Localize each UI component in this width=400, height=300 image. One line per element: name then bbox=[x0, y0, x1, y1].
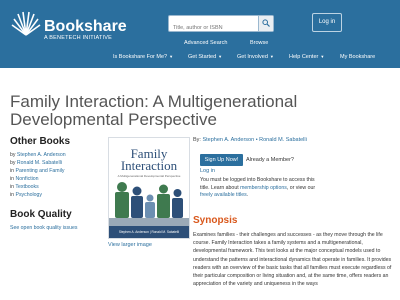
advanced-search-link[interactable]: Advanced Search bbox=[184, 40, 227, 46]
nav-item-is-bookshare-for-me[interactable]: Is Bookshare For Me? ▼ bbox=[113, 54, 173, 60]
login-button[interactable]: Log in bbox=[312, 13, 342, 32]
search-icon bbox=[262, 19, 270, 27]
category-link[interactable]: Psychology bbox=[15, 192, 42, 198]
nav-label: Get Started bbox=[188, 54, 217, 60]
list-item: in Parenting and Family bbox=[10, 167, 66, 175]
chevron-down-icon: ▼ bbox=[218, 54, 223, 59]
chevron-down-icon: ▼ bbox=[320, 54, 325, 59]
nav-item-get-started[interactable]: Get Started ▼ bbox=[188, 54, 222, 60]
already-member-text: Already a Member? bbox=[246, 157, 294, 163]
author-link[interactable]: Ronald M. Sabatelli bbox=[17, 160, 62, 166]
category-link[interactable]: Nonfiction bbox=[15, 176, 38, 182]
nav-label: Get Involved bbox=[237, 54, 268, 60]
logo-fan-icon bbox=[11, 11, 41, 36]
quality-issues-row: See open book quality issues bbox=[10, 224, 77, 232]
authors-link[interactable]: Stephen A. Anderson • Ronald M. Sabatell… bbox=[202, 137, 306, 143]
category-link[interactable]: Textbooks bbox=[15, 184, 38, 190]
browse-link[interactable]: Browse bbox=[250, 40, 268, 46]
nav-item-my-bookshare[interactable]: My Bookshare bbox=[340, 54, 375, 60]
nav-item-get-involved[interactable]: Get Involved ▼ bbox=[237, 54, 274, 60]
nav-label: Is Bookshare For Me? bbox=[113, 54, 168, 60]
free-titles-link[interactable]: freely available titles bbox=[200, 192, 247, 198]
search-button[interactable] bbox=[258, 16, 273, 31]
cover-authors: Stephen A. Anderson | Ronald M. Sabatell… bbox=[109, 226, 189, 238]
nav-label: Help Center bbox=[289, 54, 319, 60]
list-item: by Ronald M. Sabatelli bbox=[10, 159, 66, 167]
list-prefix: by bbox=[10, 152, 17, 158]
list-prefix: by bbox=[10, 160, 17, 166]
main-nav: Is Bookshare For Me? ▼ Get Started ▼ Get I… bbox=[0, 52, 400, 66]
synopsis-heading: Synopsis bbox=[193, 215, 238, 226]
chevron-down-icon: ▼ bbox=[169, 54, 174, 59]
nav-item-help-center[interactable]: Help Center ▼ bbox=[289, 54, 324, 60]
synopsis-text: Examines families - their challenges and… bbox=[193, 232, 392, 288]
sign-up-button[interactable]: Sign Up Now! bbox=[200, 154, 243, 166]
notice-text: , or view our bbox=[286, 184, 316, 191]
by-label: By: bbox=[193, 137, 201, 143]
nav-label: My Bookshare bbox=[340, 54, 376, 60]
site-header: Bookshare A BENETECH INITIATIVE Log in A… bbox=[0, 0, 400, 68]
search-box bbox=[168, 15, 274, 36]
member-login-link[interactable]: Log in bbox=[200, 168, 215, 174]
list-item: by Stephen A. Anderson bbox=[10, 151, 66, 159]
page-title: Family Interaction: A Multigenerational … bbox=[10, 92, 298, 130]
membership-options-link[interactable]: membership options bbox=[240, 185, 287, 191]
author-link[interactable]: Stephen A. Anderson bbox=[17, 152, 66, 158]
header-sub-links: Advanced Search Browse bbox=[0, 40, 400, 50]
cover-title: Family Interaction bbox=[120, 146, 178, 173]
quality-issues-link[interactable]: See open book quality issues bbox=[10, 225, 77, 231]
book-cover[interactable]: Family Interaction A Multigenerational D… bbox=[108, 137, 190, 239]
logo-name: Bookshare bbox=[44, 18, 127, 35]
list-item: in Psychology bbox=[10, 191, 66, 199]
access-notice: You must be logged into Bookshare to acc… bbox=[200, 177, 320, 200]
category-link[interactable]: Parenting and Family bbox=[15, 168, 64, 174]
book-quality-heading: Book Quality bbox=[10, 209, 72, 220]
chevron-down-icon: ▼ bbox=[269, 54, 274, 59]
other-books-list: by Stephen A. Anderson by Ronald M. Saba… bbox=[10, 151, 66, 199]
puzzle-figures-icon bbox=[109, 182, 189, 226]
other-books-heading: Other Books bbox=[10, 136, 71, 147]
notice-text: . bbox=[246, 192, 249, 198]
view-larger-image-link[interactable]: View larger image bbox=[108, 242, 152, 248]
list-item: in Nonfiction bbox=[10, 175, 66, 183]
list-item: in Textbooks bbox=[10, 183, 66, 191]
byline: By: Stephen A. Anderson • Ronald M. Saba… bbox=[193, 137, 307, 143]
search-input[interactable] bbox=[169, 20, 259, 36]
